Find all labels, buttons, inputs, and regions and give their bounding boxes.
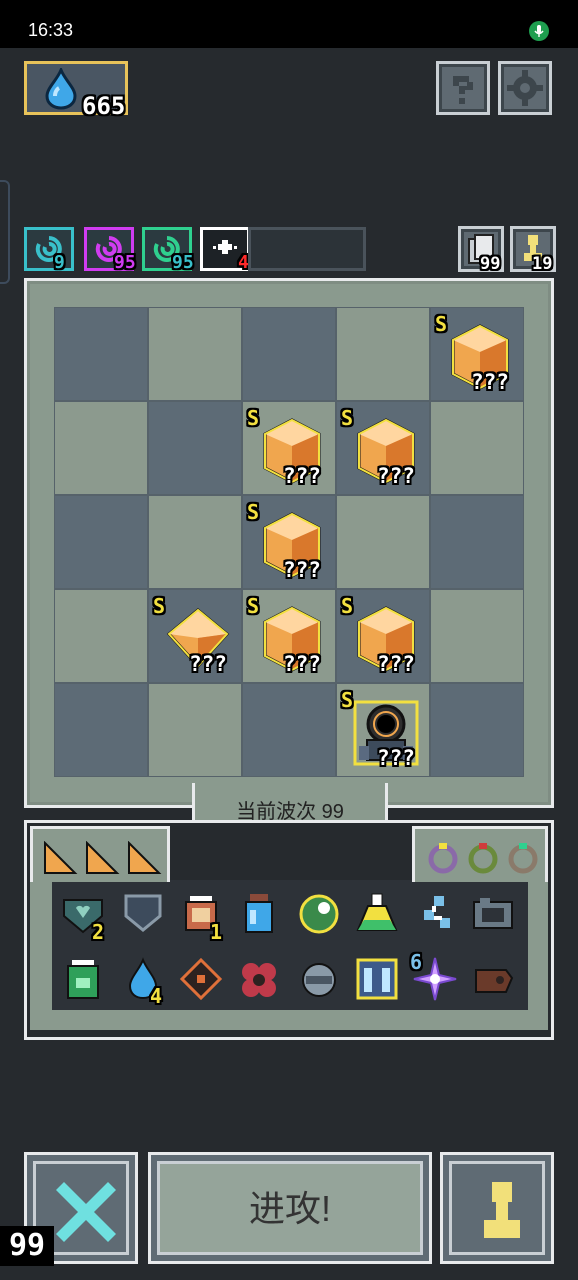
rings-icon <box>428 843 538 874</box>
unit-label: ??? <box>377 746 415 770</box>
board-cell[interactable] <box>148 495 242 589</box>
units-count: 19 <box>532 254 553 274</box>
board-cell[interactable] <box>54 307 148 401</box>
board-cell[interactable] <box>54 401 148 495</box>
buff-count-1: 9 <box>54 252 65 273</box>
board-cell[interactable]: S ??? <box>336 683 430 777</box>
board-cell[interactable] <box>242 307 336 401</box>
unit-select-button[interactable] <box>440 1152 554 1264</box>
crossed-swords-icon <box>56 1182 116 1242</box>
board-cell[interactable]: S ??? <box>242 589 336 683</box>
unit-label: ??? <box>283 464 321 488</box>
trash-bin-icon[interactable] <box>60 956 106 1002</box>
water-drop-icon <box>45 68 77 110</box>
buff-bar-empty <box>248 227 366 271</box>
unit-label: ??? <box>377 464 415 488</box>
pawn-icon <box>484 1182 520 1238</box>
board-cell[interactable]: S ??? <box>336 401 430 495</box>
question-icon <box>453 76 473 104</box>
board-cell[interactable] <box>336 307 430 401</box>
settings-button[interactable] <box>498 61 552 115</box>
attack-label: 进攻! <box>248 1188 331 1229</box>
unit-label: ??? <box>189 652 227 676</box>
red-flower-icon[interactable] <box>236 956 282 1002</box>
corner-number: 99 <box>0 1226 54 1266</box>
armor-crate-icon[interactable] <box>354 956 400 1002</box>
unit-label: ??? <box>377 652 415 676</box>
water-count: 4 <box>150 984 163 1008</box>
green-orb-icon[interactable] <box>296 890 342 936</box>
deck-count: 99 <box>480 254 501 274</box>
board-cell[interactable] <box>148 401 242 495</box>
board-cell[interactable] <box>336 495 430 589</box>
unit-label: ??? <box>283 652 321 676</box>
help-button[interactable] <box>436 61 490 115</box>
rank-badge: S <box>247 500 260 524</box>
flask-icon[interactable] <box>354 890 400 936</box>
rank-badge: S <box>435 312 448 336</box>
status-time: 16:33 <box>28 20 74 40</box>
buff-slot-1[interactable] <box>24 227 74 271</box>
rank-badge: S <box>247 406 260 430</box>
rank-badge: S <box>153 594 166 618</box>
unit-label: ??? <box>283 558 321 582</box>
card-fragments-icon <box>44 841 162 874</box>
unit-label: ??? <box>471 370 509 394</box>
rank-badge: S <box>341 688 354 712</box>
side-drawer-handle[interactable] <box>0 180 10 284</box>
camera-icon[interactable] <box>470 890 516 936</box>
rank-badge: S <box>341 594 354 618</box>
board-cell[interactable] <box>54 589 148 683</box>
leather-pouch-icon[interactable] <box>470 956 516 1002</box>
gear-icon <box>507 70 543 106</box>
inventory-tab-cards[interactable] <box>30 826 170 882</box>
board-cell[interactable] <box>148 683 242 777</box>
board-cell[interactable] <box>430 589 524 683</box>
board-cell[interactable]: S ??? <box>336 589 430 683</box>
board-cell[interactable] <box>148 307 242 401</box>
rank-badge: S <box>341 406 354 430</box>
mic-indicator-icon <box>529 21 549 41</box>
board-grid: S ??? S ??? S ??? S ??? S ??? S ??? S ??… <box>54 307 524 777</box>
board-cell[interactable]: S ??? <box>148 589 242 683</box>
heart-shield-count: 2 <box>92 920 105 944</box>
status-bar <box>0 0 578 48</box>
board-cell[interactable] <box>54 495 148 589</box>
star-count: 6 <box>410 950 423 974</box>
board-cell[interactable]: S ??? <box>430 307 524 401</box>
molecule-icon[interactable] <box>412 890 458 936</box>
board-cell[interactable]: S ??? <box>242 495 336 589</box>
potion-jar-icon[interactable] <box>236 890 282 936</box>
rank-badge: S <box>247 594 260 618</box>
rune-diamond-icon[interactable] <box>178 956 224 1002</box>
board-cell[interactable] <box>54 683 148 777</box>
board-cell[interactable] <box>430 495 524 589</box>
currency-value: 665 <box>82 92 126 120</box>
unit-select-button-inner <box>449 1161 545 1255</box>
board-cell[interactable]: S ??? <box>242 401 336 495</box>
shield-icon[interactable] <box>120 890 166 936</box>
buff-count-2: 95 <box>114 252 136 273</box>
lantern-count: 1 <box>210 920 223 944</box>
board-cell[interactable] <box>242 683 336 777</box>
board-cell[interactable] <box>430 401 524 495</box>
metal-gear-icon[interactable] <box>296 956 342 1002</box>
buff-count-3: 95 <box>172 252 194 273</box>
inventory-tab-rings[interactable] <box>412 826 548 882</box>
board-cell[interactable] <box>430 683 524 777</box>
